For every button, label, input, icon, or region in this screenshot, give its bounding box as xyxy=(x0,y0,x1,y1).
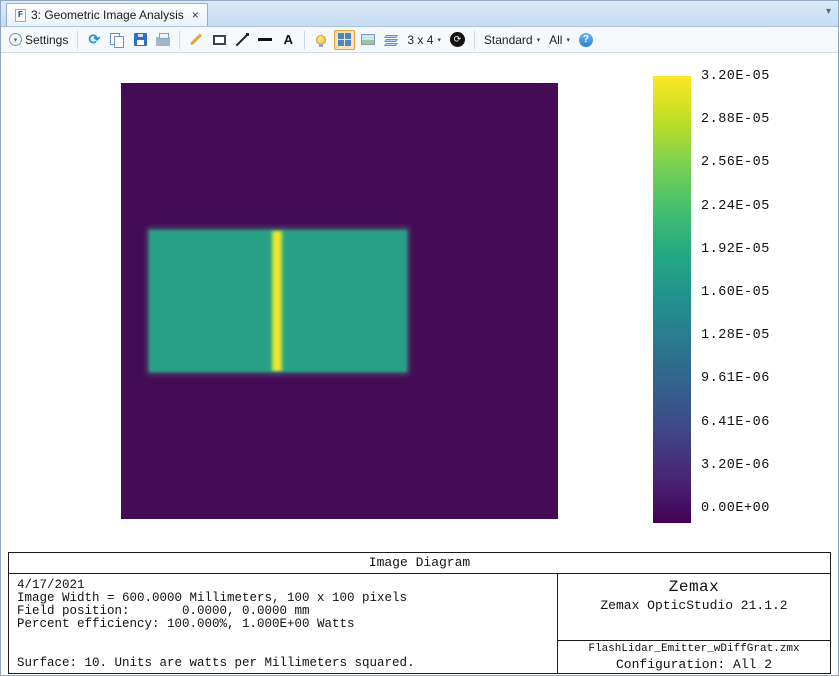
copy-icon xyxy=(110,33,124,47)
colorbar-tick: 1.28E-05 xyxy=(701,328,791,343)
help-button[interactable]: ? xyxy=(576,30,596,50)
lamp-icon xyxy=(316,35,326,45)
thick-line-icon xyxy=(258,38,272,41)
colorbar-tick: 1.92E-05 xyxy=(701,242,791,257)
tab-close-icon[interactable]: × xyxy=(192,8,199,22)
analysis-details: 4/17/2021 Image Width = 600.0000 Millime… xyxy=(9,574,558,673)
toolbar-separator xyxy=(77,31,78,49)
colorbar xyxy=(653,76,691,523)
surface-units-line: Surface: 10. Units are watts per Millime… xyxy=(17,657,549,670)
product-details: Zemax Zemax OpticStudio 21.1.2 FlashLida… xyxy=(558,574,830,673)
panel-menu-icon[interactable]: ▾ xyxy=(826,6,831,17)
heatmap-rectangle xyxy=(149,230,407,372)
print-button[interactable] xyxy=(153,30,173,50)
text-annotation-button[interactable]: A xyxy=(278,30,298,50)
all-dropdown[interactable]: All ▾ xyxy=(546,30,573,50)
refresh-button[interactable]: ⟳ xyxy=(84,30,104,50)
pencil-icon xyxy=(190,33,202,45)
rectangle-annotation-button[interactable] xyxy=(209,30,229,50)
line-icon xyxy=(235,33,249,47)
lamp-button[interactable] xyxy=(311,30,331,50)
heatmap-background xyxy=(121,83,558,519)
text-tool-icon: A xyxy=(284,32,293,47)
standard-label: Standard xyxy=(484,33,533,47)
image-icon xyxy=(361,34,375,45)
colorbar-tick: 1.60E-05 xyxy=(701,285,791,300)
copy-button[interactable] xyxy=(107,30,127,50)
analysis-window: F 3: Geometric Image Analysis × ▾ ▾ Sett… xyxy=(0,0,839,676)
colorbar-tick: 3.20E-06 xyxy=(701,458,791,473)
colorbar-tick-labels: 3.20E-05 2.88E-05 2.56E-05 2.24E-05 1.92… xyxy=(701,69,791,516)
chevron-down-icon: ▾ xyxy=(566,36,570,44)
colorbar-tick: 6.41E-06 xyxy=(701,415,791,430)
brand-name: Zemax xyxy=(558,578,830,596)
image-export-button[interactable] xyxy=(358,30,378,50)
tab-title: 3: Geometric Image Analysis xyxy=(31,8,184,22)
grid-view-icon xyxy=(338,33,351,46)
save-icon xyxy=(134,33,147,46)
refresh-icon: ⟳ xyxy=(88,31,100,48)
layers-icon xyxy=(385,34,397,46)
settings-button[interactable]: ▾ Settings xyxy=(6,30,71,50)
toolbar: ▾ Settings ⟳ A xyxy=(1,27,838,53)
configuration-label: Configuration: All 2 xyxy=(558,657,830,672)
heatmap-stripe xyxy=(271,231,283,371)
standard-dropdown[interactable]: Standard ▾ xyxy=(481,30,543,50)
thick-line-annotation-button[interactable] xyxy=(255,30,275,50)
grid-size-dropdown[interactable]: 3 x 4 ▾ xyxy=(404,30,444,50)
help-icon: ? xyxy=(579,33,593,47)
grid-size-label: 3 x 4 xyxy=(407,33,433,47)
chevron-down-icon: ▾ xyxy=(537,36,541,44)
colorbar-tick: 3.20E-05 xyxy=(701,69,791,84)
settings-label: Settings xyxy=(25,33,68,47)
tab-geometric-image-analysis[interactable]: F 3: Geometric Image Analysis × xyxy=(6,3,208,26)
grid-view-button[interactable] xyxy=(334,30,355,50)
tab-bar: F 3: Geometric Image Analysis × ▾ xyxy=(1,1,838,27)
layers-button[interactable] xyxy=(381,30,401,50)
colorbar-tick: 2.24E-05 xyxy=(701,199,791,214)
colorbar-tick: 9.61E-06 xyxy=(701,371,791,386)
animate-button[interactable]: ⟳ xyxy=(447,30,468,50)
lens-file-name: FlashLidar_Emitter_wDiffGrat.zmx xyxy=(558,643,830,655)
image-diagram-panel: Image Diagram 4/17/2021 Image Width = 60… xyxy=(8,552,831,674)
colorbar-tick: 2.88E-05 xyxy=(701,112,791,127)
plot-area: 3.20E-05 2.88E-05 2.56E-05 2.24E-05 1.92… xyxy=(1,53,838,552)
percent-efficiency-line: Percent efficiency: 100.000%, 1.000E+00 … xyxy=(17,618,549,631)
analysis-tab-icon: F xyxy=(15,9,26,22)
line-annotation-button[interactable] xyxy=(232,30,252,50)
toolbar-separator xyxy=(179,31,180,49)
save-button[interactable] xyxy=(130,30,150,50)
all-label: All xyxy=(549,33,562,47)
pencil-annotation-button[interactable] xyxy=(186,30,206,50)
animate-clock-icon: ⟳ xyxy=(450,32,465,47)
toolbar-separator xyxy=(474,31,475,49)
chevron-down-icon: ▾ xyxy=(437,36,441,44)
rectangle-icon xyxy=(213,35,226,45)
print-icon xyxy=(156,37,170,46)
panel-title: Image Diagram xyxy=(9,553,830,574)
colorbar-tick: 2.56E-05 xyxy=(701,155,791,170)
product-version: Zemax OpticStudio 21.1.2 xyxy=(558,598,830,613)
colorbar-tick: 0.00E+00 xyxy=(701,501,791,516)
settings-chevron-icon: ▾ xyxy=(9,33,22,46)
toolbar-separator xyxy=(304,31,305,49)
